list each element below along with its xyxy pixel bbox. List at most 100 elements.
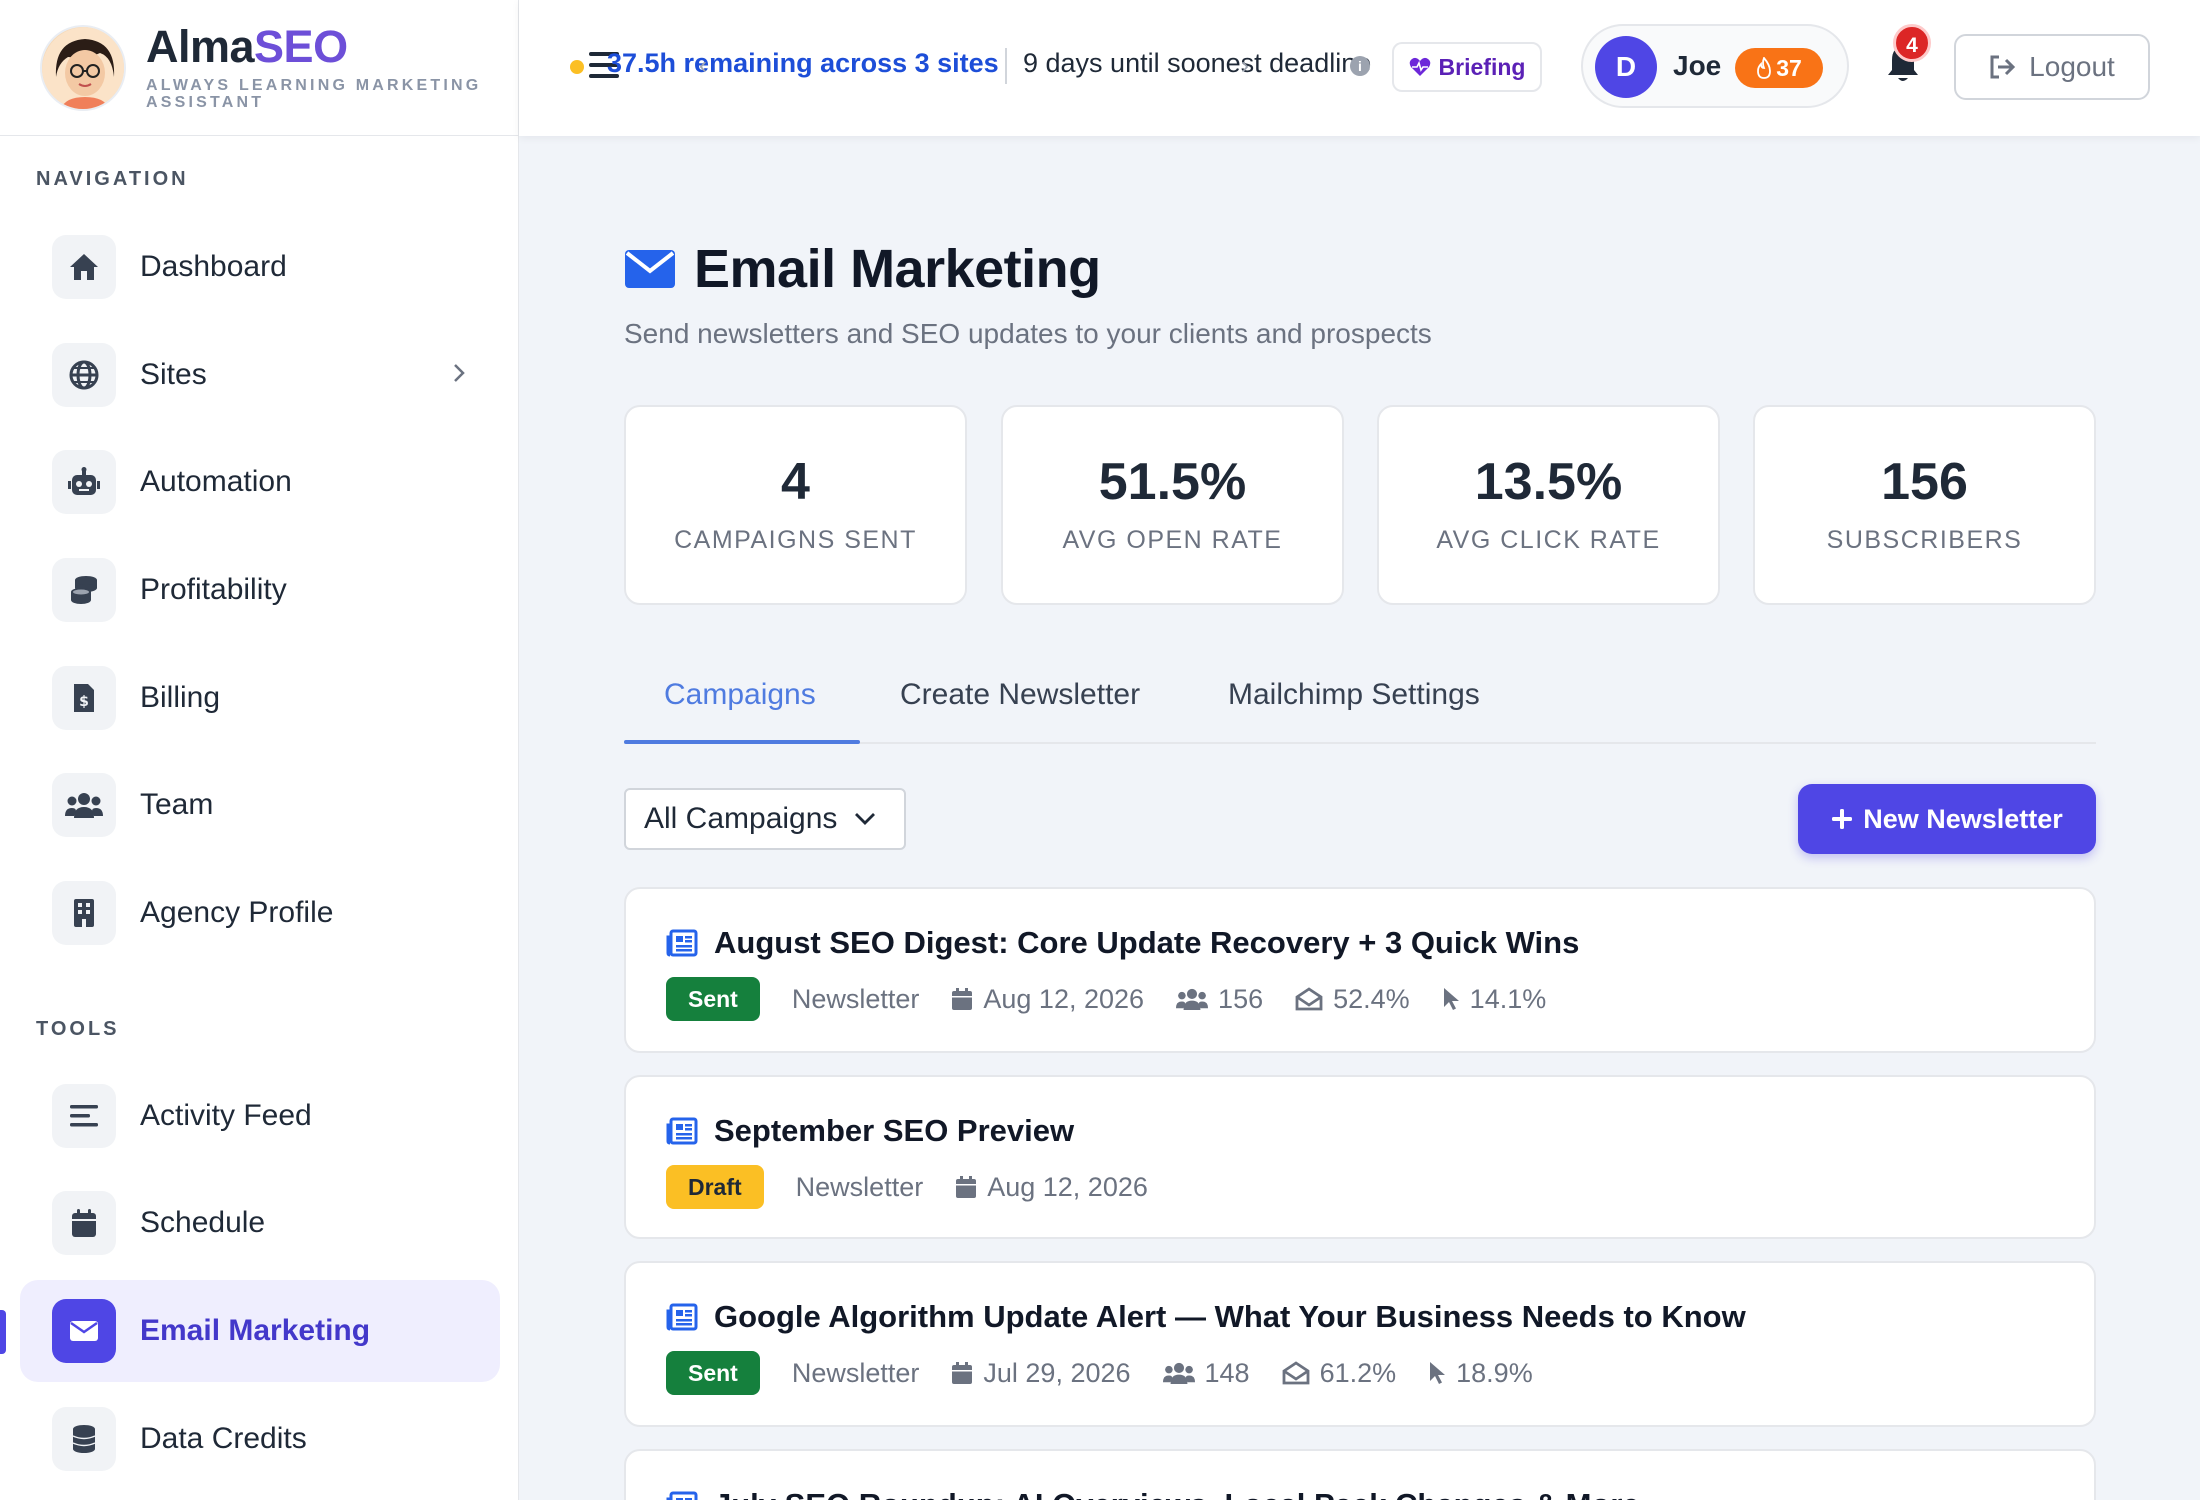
sidebar-item-activity-feed[interactable]: Activity Feed — [20, 1065, 500, 1167]
campaign-card[interactable]: Google Algorithm Update Alert — What You… — [624, 1261, 2096, 1427]
stat-label: AVG OPEN RATE — [1062, 526, 1283, 554]
campaign-date: Aug 12, 2026 — [951, 984, 1144, 1015]
sidebar-item-profitability[interactable]: Profitability — [20, 539, 500, 641]
flame-icon — [1757, 57, 1772, 79]
users-icon — [1162, 1362, 1195, 1384]
sidebar-item-dashboard[interactable]: Dashboard — [20, 216, 500, 318]
avatar: D — [1595, 36, 1657, 98]
sidebar-item-label: Billing — [140, 681, 221, 714]
tab-create-newsletter[interactable]: Create Newsletter — [900, 678, 1140, 712]
campaign-date: Jul 29, 2026 — [951, 1358, 1131, 1389]
home-icon — [52, 235, 116, 299]
sidebar-item-billing[interactable]: $ Billing — [20, 647, 500, 749]
nav-section-label: NAVIGATION — [36, 168, 189, 190]
user-name: Joe — [1673, 50, 1722, 81]
sidebar-item-label: Activity Feed — [140, 1099, 312, 1132]
database-icon — [52, 1407, 116, 1471]
tab-campaigns[interactable]: Campaigns — [664, 678, 816, 712]
status-badge: Sent — [666, 977, 760, 1021]
campaign-recipients: 148 — [1162, 1358, 1250, 1389]
cursor-icon — [1443, 988, 1459, 1010]
new-newsletter-button[interactable]: New Newsletter — [1798, 784, 2096, 854]
campaign-card[interactable]: July SEO Roundup: AI Overviews, Local Pa… — [624, 1449, 2096, 1500]
campaign-card[interactable]: August SEO Digest: Core Update Recovery … — [624, 887, 2096, 1053]
briefing-button[interactable]: Briefing — [1392, 42, 1542, 92]
divider — [1005, 48, 1007, 84]
brand-name: AlmaSEO — [146, 21, 348, 72]
info-icon[interactable]: i — [1350, 56, 1370, 76]
new-newsletter-label: New Newsletter — [1863, 803, 2063, 834]
tab-mailchimp-settings[interactable]: Mailchimp Settings — [1228, 678, 1480, 712]
stat-value: 51.5% — [1098, 453, 1247, 511]
chevron-right-icon — [454, 364, 465, 382]
sidebar-item-label: Data Credits — [140, 1422, 307, 1455]
brand-header[interactable]: AlmaSEO ALWAYS LEARNING MARKETING ASSIST… — [0, 0, 518, 136]
envelope-icon — [52, 1299, 116, 1363]
tools-section-label: TOOLS — [36, 1018, 120, 1040]
campaign-title[interactable]: July SEO Roundup: AI Overviews, Local Pa… — [714, 1487, 1640, 1500]
envelope-open-icon — [1282, 1361, 1309, 1385]
status-badge: Sent — [666, 1351, 760, 1395]
chevron-right-icon[interactable]: › — [1241, 52, 1249, 80]
coins-icon — [52, 558, 116, 622]
newspaper-icon — [666, 929, 698, 957]
cursor-icon — [1430, 1362, 1446, 1384]
campaign-date: Aug 12, 2026 — [955, 1172, 1148, 1203]
campaign-title[interactable]: Google Algorithm Update Alert — What You… — [714, 1299, 1746, 1335]
stat-card-avg-click-rate: 13.5% AVG CLICK RATE — [1377, 405, 1720, 605]
stat-value: 4 — [781, 453, 810, 511]
building-icon — [52, 881, 116, 945]
sidebar-item-label: Profitability — [140, 573, 287, 606]
stat-label: SUBSCRIBERS — [1826, 526, 2023, 554]
users-icon — [1176, 988, 1209, 1010]
sidebar-item-automation[interactable]: Automation — [20, 431, 500, 533]
envelope-icon — [625, 250, 675, 288]
sidebar-item-agency-profile[interactable]: Agency Profile — [20, 862, 500, 964]
chevron-down-icon — [855, 813, 875, 825]
sidebar-item-team[interactable]: Team — [20, 754, 500, 856]
sidebar-item-sites[interactable]: Sites — [20, 324, 500, 426]
sidebar-item-data-credits[interactable]: Data Credits — [20, 1388, 500, 1490]
sidebar-item-label: Email Marketing — [140, 1314, 371, 1347]
sidebar-item-label: Automation — [140, 465, 292, 498]
calendar-icon — [52, 1191, 116, 1255]
active-tab-underline — [624, 740, 860, 744]
campaign-filter-select[interactable]: All Campaigns — [624, 788, 906, 850]
top-bar: 37.5h remaining across 3 sites 9 days un… — [519, 0, 2200, 136]
sidebar-item-label: Agency Profile — [140, 896, 334, 929]
page-title: Email Marketing — [624, 238, 1101, 300]
stat-label: AVG CLICK RATE — [1436, 526, 1661, 554]
globe-icon — [52, 343, 116, 407]
sidebar-item-label: Sites — [140, 358, 207, 391]
chevron-left-icon[interactable]: ‹ — [699, 52, 707, 80]
user-menu[interactable]: D Joe 37 — [1581, 24, 1849, 108]
tab-bar: Campaigns Create Newsletter Mailchimp Se… — [624, 670, 2096, 744]
hours-remaining-link[interactable]: 37.5h remaining across 3 sites — [607, 48, 999, 79]
sidebar-item-label: Dashboard — [140, 250, 287, 283]
sidebar-item-schedule[interactable]: Schedule — [20, 1172, 500, 1274]
assistant-avatar — [40, 24, 126, 111]
svg-text:$: $ — [79, 694, 89, 710]
logout-button[interactable]: Logout — [1954, 34, 2150, 100]
users-icon — [52, 773, 116, 837]
status-dot — [570, 60, 584, 74]
calendar-icon — [952, 1362, 973, 1384]
sidebar: AlmaSEO ALWAYS LEARNING MARKETING ASSIST… — [0, 0, 519, 1500]
list-icon — [52, 1084, 116, 1148]
campaign-click-rate: 18.9% — [1428, 1358, 1533, 1389]
page-subtitle: Send newsletters and SEO updates to your… — [624, 318, 1432, 349]
campaign-title[interactable]: September SEO Preview — [714, 1113, 1074, 1149]
campaign-card[interactable]: September SEO Preview Draft Newsletter A… — [624, 1075, 2096, 1239]
plus-icon — [1832, 809, 1853, 829]
page-title-text: Email Marketing — [694, 239, 1101, 299]
campaign-title[interactable]: August SEO Digest: Core Update Recovery … — [714, 925, 1579, 961]
status-badge: Draft — [666, 1165, 764, 1209]
campaign-open-rate: 61.2% — [1282, 1358, 1396, 1389]
active-indicator — [0, 1310, 6, 1354]
sidebar-item-email-marketing[interactable]: Email Marketing — [20, 1280, 500, 1382]
campaign-type: Newsletter — [791, 1357, 920, 1388]
stat-card-campaigns-sent: 4 CAMPAIGNS SENT — [624, 405, 967, 605]
brand-tagline: ALWAYS LEARNING MARKETING ASSISTANT — [146, 77, 482, 111]
newspaper-icon — [666, 1117, 698, 1145]
invoice-icon: $ — [52, 666, 116, 730]
